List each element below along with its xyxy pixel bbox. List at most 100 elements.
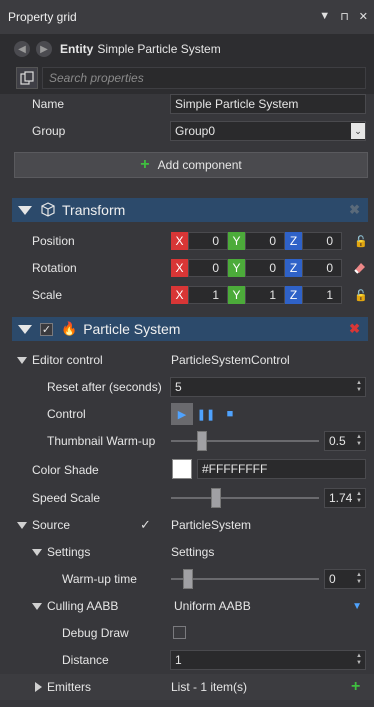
name-row: Name Simple Particle System (0, 91, 374, 117)
rotation-y-input[interactable]: 0 (245, 259, 285, 277)
warmup-time-slider[interactable] (171, 569, 319, 589)
speed-scale-input[interactable]: 1.74 ▲ ▼ (324, 488, 366, 508)
play-icon[interactable]: ▶ (171, 403, 193, 425)
speed-scale-slider[interactable] (171, 488, 319, 508)
eraser-icon[interactable] (353, 261, 367, 275)
name-field[interactable]: Simple Particle System (170, 94, 366, 114)
axis-z-label: Z (285, 259, 302, 277)
copy-properties-icon[interactable] (16, 67, 38, 89)
thumbnail-warmup-input[interactable]: 0.5 ▲ ▼ (324, 431, 366, 451)
group-label: Group (32, 124, 66, 138)
position-z-input[interactable]: 0 (302, 232, 342, 250)
spinner-icon[interactable]: ▲ ▼ (353, 432, 365, 450)
enable-component-checkbox[interactable]: ✓ (40, 322, 53, 336)
panel-menu-dropdown-icon[interactable]: ▼ (319, 10, 330, 23)
nav-forward-icon[interactable]: ▶ (36, 41, 52, 57)
spinner-icon[interactable]: ▲ ▼ (353, 570, 365, 588)
source-row: Source ✓ ParticleSystem (0, 512, 374, 538)
scale-x-input[interactable]: 1 (188, 286, 228, 304)
spinner-icon[interactable]: ▲ ▼ (353, 651, 365, 669)
thumbnail-warmup-value: 0.5 (329, 434, 346, 448)
slider-thumb[interactable] (211, 488, 221, 508)
stop-icon[interactable]: ■ (219, 403, 241, 425)
entity-name: Simple Particle System (97, 42, 221, 56)
expand-icon[interactable] (17, 521, 27, 529)
debug-draw-checkbox[interactable] (173, 626, 186, 639)
add-emitter-icon[interactable]: + (351, 678, 360, 696)
name-label: Name (32, 97, 65, 111)
culling-aabb-label: Culling AABB (47, 599, 119, 613)
thumbnail-warmup-label: Thumbnail Warm-up (47, 434, 156, 448)
color-swatch[interactable] (172, 459, 192, 479)
group-row: Group Group0 ⌄ (0, 118, 374, 144)
culling-aabb-value: Uniform AABB (174, 599, 251, 613)
scale-y-input[interactable]: 1 (245, 286, 285, 304)
emitters-label: Emitters (47, 680, 92, 694)
particle-system-title: Particle System (83, 321, 181, 337)
expand-icon[interactable] (35, 682, 42, 692)
reset-after-value: 5 (175, 380, 182, 394)
debug-draw-label: Debug Draw (62, 626, 129, 640)
editor-control-value: ParticleSystemControl (171, 353, 290, 367)
spinner-icon[interactable]: ▲ ▼ (353, 489, 365, 507)
add-component-button[interactable]: + Add component (14, 152, 368, 178)
nav-back-icon[interactable]: ◀ (14, 41, 30, 57)
source-label: Source (32, 518, 71, 532)
pause-icon[interactable]: ❚❚ (195, 403, 217, 425)
collapse-icon[interactable] (18, 324, 32, 334)
chevron-down-icon[interactable]: ▼ (352, 601, 362, 612)
color-shade-row: Color Shade #FFFFFFFF (0, 457, 374, 483)
axis-y-label: Y (228, 259, 245, 277)
distance-input[interactable]: 1 ▲ ▼ (170, 650, 366, 670)
group-select[interactable]: Group0 ⌄ (170, 121, 366, 141)
collapse-icon[interactable] (18, 205, 32, 215)
position-y-input[interactable]: 0 (245, 232, 285, 250)
spinner-icon[interactable]: ▲ ▼ (353, 378, 365, 396)
slider-thumb[interactable] (197, 431, 207, 451)
rotation-x-input[interactable]: 0 (188, 259, 228, 277)
rotation-z-input[interactable]: 0 (302, 259, 342, 277)
pin-icon[interactable]: ⊓ (340, 10, 349, 23)
distance-row: Distance 1 ▲ ▼ (0, 647, 374, 673)
editor-control-row: Editor control ParticleSystemControl (0, 347, 374, 373)
expand-icon[interactable] (32, 602, 42, 610)
color-shade-input[interactable]: #FFFFFFFF (197, 459, 366, 479)
speed-scale-row: Speed Scale 1.74 ▲ ▼ (0, 485, 374, 511)
position-x-input[interactable]: 0 (188, 232, 228, 250)
plus-icon: + (140, 156, 150, 173)
source-value: ParticleSystem (171, 518, 252, 532)
close-icon[interactable]: ✕ (359, 10, 368, 23)
transform-cube-icon (41, 202, 55, 217)
transform-section-header[interactable]: Transform ✖ (12, 198, 368, 222)
lock-icon[interactable]: 🔓 (354, 289, 368, 302)
distance-label: Distance (62, 653, 109, 667)
expand-icon[interactable] (17, 356, 27, 364)
emitters-value: List - 1 item(s) (171, 680, 248, 694)
group-value: Group0 (175, 124, 216, 138)
color-shade-value: #FFFFFFFF (202, 462, 268, 476)
scale-z-input[interactable]: 1 (302, 286, 342, 304)
reset-after-label: Reset after (seconds) (47, 380, 162, 394)
slider-thumb[interactable] (183, 569, 193, 589)
expand-icon[interactable] (32, 548, 42, 556)
reset-after-input[interactable]: 5 ▲ ▼ (170, 377, 366, 397)
lock-icon[interactable]: 🔓 (354, 235, 368, 248)
remove-transform-icon: ✖ (349, 202, 360, 217)
scale-row: Scale X 1 Y 1 Z 1 🔓 (0, 282, 374, 308)
transform-title: Transform (62, 202, 126, 218)
panel-title-bar: Property grid ▼ ⊓ ✕ (0, 0, 374, 34)
remove-component-icon[interactable]: ✖ (349, 321, 360, 337)
particle-system-section-header[interactable]: ✓ 🔥 Particle System ✖ (12, 317, 368, 341)
warmup-time-label: Warm-up time (62, 572, 137, 586)
chevron-down-icon[interactable]: ⌄ (351, 123, 365, 139)
culling-aabb-select[interactable]: Uniform AABB ▼ (170, 596, 366, 616)
culling-aabb-row: Culling AABB Uniform AABB ▼ (0, 593, 374, 619)
thumbnail-warmup-slider[interactable] (171, 431, 319, 451)
axis-x-label: X (171, 259, 188, 277)
search-input[interactable]: Search properties (42, 67, 366, 89)
rotation-label: Rotation (32, 261, 77, 275)
settings-row: Settings Settings (0, 539, 374, 565)
scale-vector: X 1 Y 1 Z 1 (171, 286, 342, 304)
axis-x-label: X (171, 232, 188, 250)
warmup-time-input[interactable]: 0 ▲ ▼ (324, 569, 366, 589)
